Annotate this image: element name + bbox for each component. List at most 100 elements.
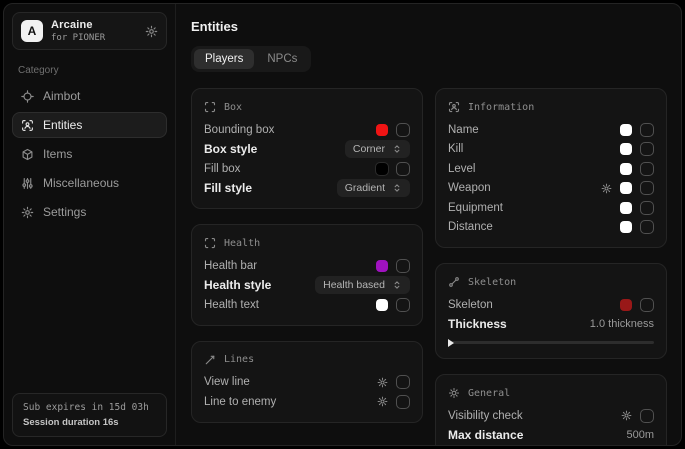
box-style-dropdown[interactable]: Corner — [345, 140, 410, 158]
tab-npcs[interactable]: NPCs — [256, 49, 308, 69]
card-health-header: Health — [204, 233, 410, 253]
setting-row-fill-style: Fill style Gradient — [204, 179, 410, 199]
brand-text: Arcaine for PIONER — [51, 19, 105, 43]
setting-label: Thickness — [448, 317, 507, 331]
checkbox[interactable] — [396, 298, 410, 312]
setting-row-box-style: Box style Corner — [204, 140, 410, 160]
dropdown-value: Corner — [353, 143, 385, 155]
card-health: Health Health bar Health style Health ba… — [191, 224, 423, 326]
slider-track — [448, 341, 654, 344]
logo-card: A Arcaine for PIONER — [12, 12, 167, 50]
checkbox[interactable] — [640, 409, 654, 423]
card-title: Box — [224, 102, 242, 113]
card-title: Health — [224, 238, 260, 249]
row-settings-gear-icon[interactable] — [377, 396, 388, 407]
checkbox[interactable] — [396, 123, 410, 137]
dropdown-value: Gradient — [345, 182, 385, 194]
card-title: Skeleton — [468, 277, 516, 288]
checkbox[interactable] — [396, 375, 410, 389]
settings-gear-icon[interactable] — [145, 25, 158, 38]
unfold-icon — [392, 280, 402, 290]
sidebar-item-aimbot[interactable]: Aimbot — [12, 83, 167, 109]
checkbox[interactable] — [640, 162, 654, 176]
right-column: Information Name Kill — [435, 88, 667, 445]
setting-label: Weapon — [448, 182, 491, 194]
checkbox[interactable] — [640, 220, 654, 234]
main-content: Entities Players NPCs Box Bounding box — [176, 4, 681, 445]
category-label: Category — [18, 65, 161, 76]
setting-row-skeleton: Skeleton — [448, 295, 654, 315]
slider-thumb[interactable] — [448, 339, 454, 347]
sidebar-item-settings[interactable]: Settings — [12, 199, 167, 225]
checkbox[interactable] — [396, 395, 410, 409]
color-swatch[interactable] — [376, 124, 388, 136]
unfold-icon — [392, 144, 402, 154]
sub-expiry-text: Sub expires in 15d 03h — [23, 402, 156, 413]
checkbox[interactable] — [640, 181, 654, 195]
color-swatch[interactable] — [376, 260, 388, 272]
checkbox[interactable] — [640, 201, 654, 215]
app-logo: A — [21, 20, 43, 42]
setting-row-health-style: Health style Health based — [204, 276, 410, 296]
checkbox[interactable] — [640, 298, 654, 312]
setting-label: Name — [448, 124, 479, 136]
setting-label: Box style — [204, 142, 257, 156]
color-swatch[interactable] — [620, 221, 632, 233]
setting-row-line-to-enemy: Line to enemy — [204, 392, 410, 412]
settings-columns: Box Bounding box Box style Corner — [191, 88, 667, 445]
setting-row-equipment: Equipment — [448, 198, 654, 218]
sliders-icon — [21, 177, 34, 190]
checkbox[interactable] — [640, 123, 654, 137]
card-lines: Lines View line Line to enemy — [191, 341, 423, 423]
fill-style-dropdown[interactable]: Gradient — [337, 179, 410, 197]
card-lines-header: Lines — [204, 350, 410, 370]
setting-row-name: Name — [448, 120, 654, 140]
sidebar-item-miscellaneous[interactable]: Miscellaneous — [12, 170, 167, 196]
color-swatch[interactable] — [376, 163, 388, 175]
card-box-header: Box — [204, 97, 410, 117]
setting-label: Fill style — [204, 181, 252, 195]
slider-value: 1.0 thickness — [590, 318, 654, 330]
bone-icon — [448, 276, 460, 288]
color-swatch[interactable] — [620, 163, 632, 175]
setting-row-level: Level — [448, 159, 654, 179]
checkbox[interactable] — [640, 142, 654, 156]
thickness-slider[interactable] — [448, 337, 654, 348]
setting-row-fill-box: Fill box — [204, 159, 410, 179]
checkbox[interactable] — [396, 162, 410, 176]
app-subtitle: for PIONER — [51, 33, 105, 43]
checkbox[interactable] — [396, 259, 410, 273]
setting-row-kill: Kill — [448, 140, 654, 160]
row-settings-gear-icon[interactable] — [377, 377, 388, 388]
sidebar-item-items[interactable]: Items — [12, 141, 167, 167]
page-title: Entities — [191, 19, 667, 34]
setting-label: Skeleton — [448, 299, 493, 311]
setting-label: Health text — [204, 299, 259, 311]
row-settings-gear-icon[interactable] — [621, 410, 632, 421]
sidebar: A Arcaine for PIONER Category Aimbot — [4, 4, 176, 445]
setting-label: View line — [204, 376, 250, 388]
setting-row-max-distance: Max distance 500m — [448, 426, 654, 446]
color-swatch[interactable] — [620, 124, 632, 136]
setting-row-thickness: Thickness 1.0 thickness — [448, 315, 654, 335]
row-settings-gear-icon[interactable] — [601, 183, 612, 194]
color-swatch[interactable] — [620, 182, 632, 194]
sidebar-item-label: Items — [43, 147, 72, 161]
setting-label: Fill box — [204, 163, 240, 175]
color-swatch[interactable] — [620, 202, 632, 214]
corner-brackets-icon — [204, 101, 216, 113]
dropdown-value: Health based — [323, 279, 385, 291]
card-skeleton-header: Skeleton — [448, 272, 654, 292]
tab-players[interactable]: Players — [194, 49, 254, 69]
card-title: General — [468, 388, 510, 399]
app-title: Arcaine — [51, 19, 105, 31]
color-swatch[interactable] — [620, 143, 632, 155]
color-swatch[interactable] — [376, 299, 388, 311]
sidebar-item-entities[interactable]: Entities — [12, 112, 167, 138]
color-swatch[interactable] — [620, 299, 632, 311]
setting-label: Visibility check — [448, 410, 523, 422]
health-style-dropdown[interactable]: Health based — [315, 276, 410, 294]
card-general-header: General — [448, 383, 654, 403]
card-box: Box Bounding box Box style Corner — [191, 88, 423, 209]
card-information-header: Information — [448, 97, 654, 117]
